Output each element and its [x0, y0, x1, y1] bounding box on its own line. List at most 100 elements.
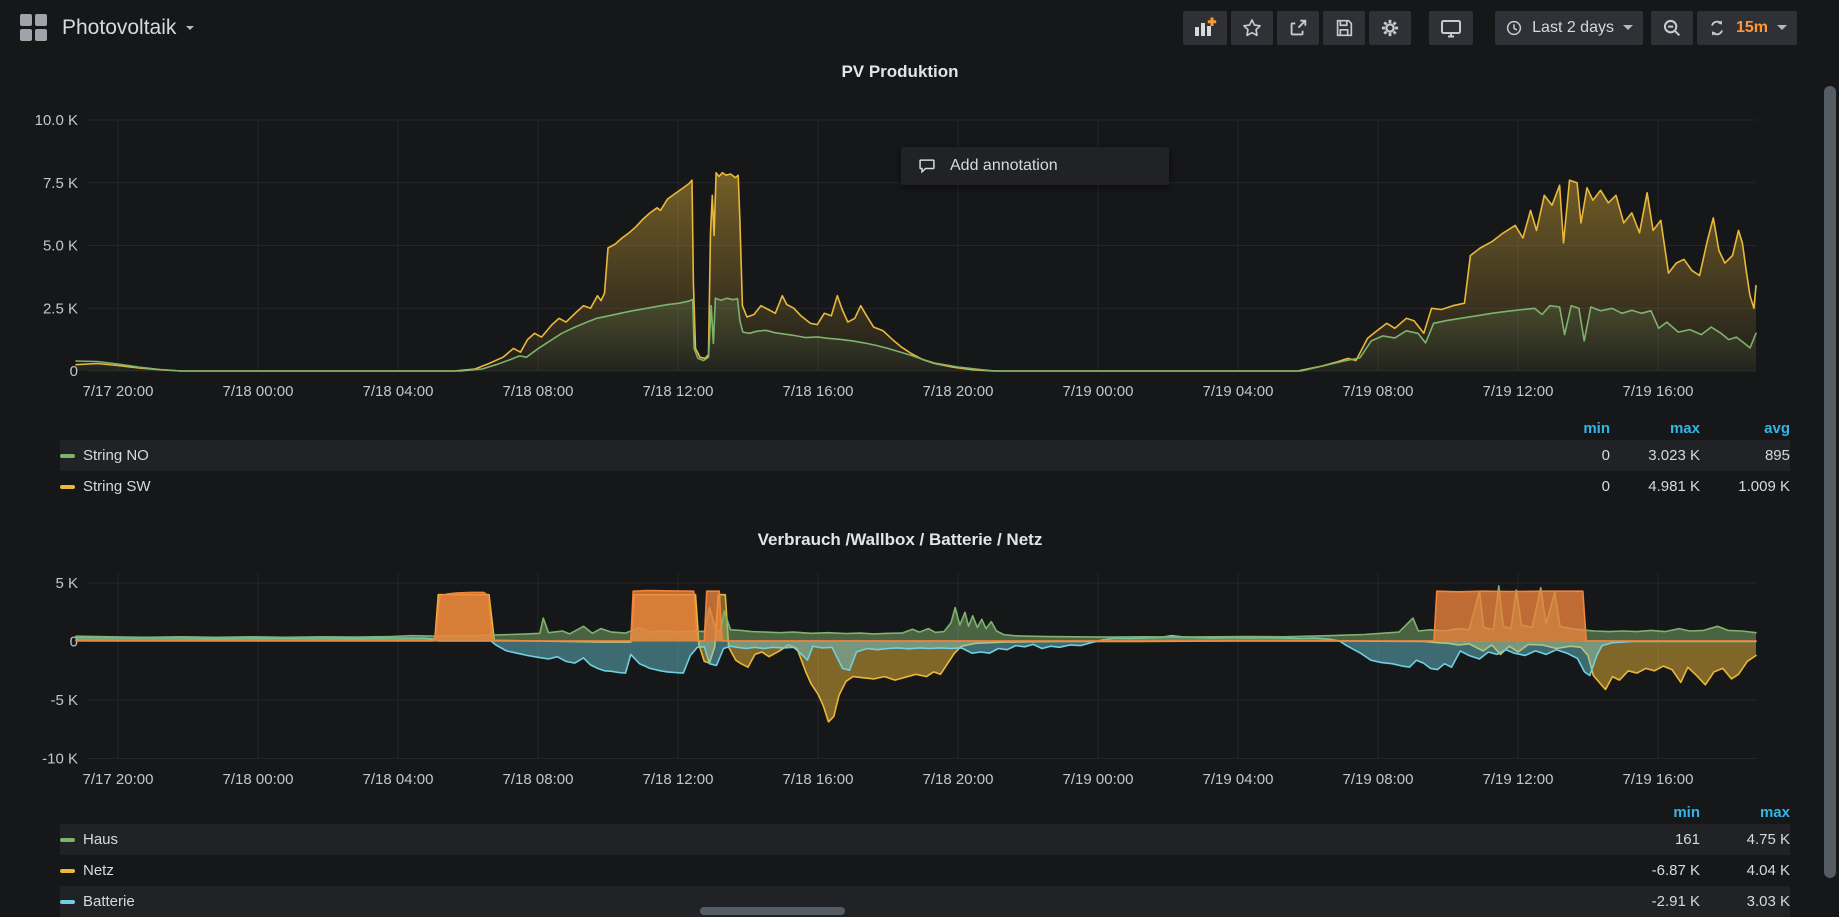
chevron-down-icon	[1777, 25, 1787, 30]
string-sw-min: 0	[1520, 478, 1610, 495]
vertical-scrollbar-thumb[interactable]	[1824, 86, 1836, 878]
netz-label[interactable]: Netz	[83, 862, 114, 879]
panel-title-verbrauch[interactable]: Verbrauch /Wallbox / Batterie / Netz	[0, 530, 1800, 550]
string-no-swatch[interactable]	[60, 454, 75, 458]
svg-text:7/18 20:00: 7/18 20:00	[923, 771, 994, 788]
comment-bubble-icon	[917, 156, 937, 176]
legend-column-min[interactable]: min	[1520, 420, 1610, 437]
legend-header-row: minmaxavg	[60, 416, 1790, 440]
svg-text:7/18 20:00: 7/18 20:00	[923, 383, 994, 400]
string-no-avg: 895	[1700, 447, 1790, 464]
batterie-label[interactable]: Batterie	[83, 893, 135, 910]
svg-text:7/19 00:00: 7/19 00:00	[1063, 383, 1134, 400]
clock-icon	[1505, 19, 1523, 37]
svg-text:7/17 20:00: 7/17 20:00	[83, 383, 154, 400]
add-panel-button[interactable]	[1183, 11, 1227, 45]
svg-text:7/19 08:00: 7/19 08:00	[1343, 383, 1414, 400]
string-sw-label[interactable]: String SW	[83, 478, 151, 495]
netz-min: -6.87 K	[1610, 862, 1700, 879]
time-range-button[interactable]: Last 2 days	[1495, 11, 1643, 45]
save-icon	[1333, 17, 1355, 39]
svg-text:7/17 20:00: 7/17 20:00	[83, 771, 154, 788]
svg-text:7/18 16:00: 7/18 16:00	[783, 771, 854, 788]
gear-icon	[1379, 17, 1401, 39]
svg-text:7/19 00:00: 7/19 00:00	[1063, 771, 1134, 788]
dashboard-grid-icon[interactable]	[20, 14, 47, 41]
svg-text:7/18 12:00: 7/18 12:00	[643, 771, 714, 788]
svg-text:-10 K: -10 K	[42, 751, 78, 768]
svg-text:5 K: 5 K	[55, 575, 78, 592]
svg-text:7/18 00:00: 7/18 00:00	[223, 771, 294, 788]
string-sw-swatch[interactable]	[60, 485, 75, 489]
legend-column-max[interactable]: max	[1610, 420, 1700, 437]
pv-produktion-legend: minmaxavg String NO 03.023 K895 String SW 04…	[60, 416, 1800, 502]
navbar: Photovoltaik	[0, 0, 1839, 55]
netz-swatch[interactable]	[60, 869, 75, 873]
add-annotation-menu-item[interactable]: Add annotation	[901, 147, 1169, 185]
svg-text:7/19 16:00: 7/19 16:00	[1623, 771, 1694, 788]
svg-text:2.5 K: 2.5 K	[43, 300, 78, 317]
string-no-label[interactable]: String NO	[83, 447, 149, 464]
legend-column-max[interactable]: max	[1700, 804, 1790, 821]
string-sw-max: 4.981 K	[1610, 478, 1700, 495]
svg-text:7/18 04:00: 7/18 04:00	[363, 383, 434, 400]
chevron-down-icon	[186, 26, 194, 30]
pv-produktion-chart[interactable]: 02.5 K5.0 K7.5 K10.0 K7/17 20:007/18 00:…	[0, 90, 1839, 410]
zoom-out-button[interactable]	[1651, 11, 1693, 45]
legend-column-min[interactable]: min	[1610, 804, 1700, 821]
legend-row-haus: Haus1614.75 K	[60, 824, 1790, 855]
time-range-label: Last 2 days	[1532, 19, 1614, 37]
haus-max: 4.75 K	[1700, 831, 1790, 848]
legend-row-netz: Netz -6.87 K4.04 K	[60, 855, 1790, 886]
save-button[interactable]	[1323, 11, 1365, 45]
legend-row-batterie: Batterie -2.91 K3.03 K	[60, 886, 1790, 917]
string-no-min: 0	[1520, 447, 1610, 464]
haus-swatch[interactable]	[60, 838, 75, 842]
legend-column-avg[interactable]: avg	[1700, 420, 1790, 437]
horizontal-scrollbar-thumb[interactable]	[700, 907, 845, 915]
refresh-button[interactable]: 15m	[1697, 11, 1797, 45]
svg-text:10.0 K: 10.0 K	[35, 112, 78, 129]
svg-text:-5 K: -5 K	[50, 692, 78, 709]
zoom-out-icon	[1661, 17, 1683, 39]
svg-text:5.0 K: 5.0 K	[43, 238, 78, 255]
verbrauch-chart[interactable]: 5 K0-5 K-10 K7/17 20:007/18 00:007/18 04…	[0, 550, 1839, 795]
string-sw-avg: 1.009 K	[1700, 478, 1790, 495]
svg-text:7/18 00:00: 7/18 00:00	[223, 383, 294, 400]
dashboard-title: Photovoltaik	[62, 16, 176, 40]
svg-text:7/18 16:00: 7/18 16:00	[783, 383, 854, 400]
svg-text:7/19 04:00: 7/19 04:00	[1203, 383, 1274, 400]
svg-text:7/19 04:00: 7/19 04:00	[1203, 771, 1274, 788]
panel-title-pv-produktion[interactable]: PV Produktion	[0, 62, 1800, 82]
add-panel-icon	[1193, 16, 1217, 40]
refresh-interval-label: 15m	[1736, 19, 1768, 37]
add-annotation-label: Add annotation	[950, 157, 1058, 175]
share-icon	[1287, 17, 1309, 39]
svg-text:7.5 K: 7.5 K	[43, 175, 78, 192]
cycle-view-button[interactable]	[1429, 11, 1473, 45]
batterie-max: 3.03 K	[1700, 893, 1790, 910]
star-button[interactable]	[1231, 11, 1273, 45]
svg-text:7/19 16:00: 7/19 16:00	[1623, 383, 1694, 400]
batterie-min: -2.91 K	[1610, 893, 1700, 910]
share-button[interactable]	[1277, 11, 1319, 45]
netz-max: 4.04 K	[1700, 862, 1790, 879]
settings-button[interactable]	[1369, 11, 1411, 45]
haus-label[interactable]: Haus	[83, 831, 118, 848]
legend-row-string-sw: String SW 04.981 K1.009 K	[60, 471, 1790, 502]
string-no-max: 3.023 K	[1610, 447, 1700, 464]
svg-text:7/18 04:00: 7/18 04:00	[363, 771, 434, 788]
svg-text:7/18 08:00: 7/18 08:00	[503, 771, 574, 788]
dashboard-title-dropdown[interactable]: Photovoltaik	[62, 16, 194, 40]
svg-text:7/18 12:00: 7/18 12:00	[643, 383, 714, 400]
verbrauch-legend: minmaxHaus1614.75 KNetz-6.87 K4.04 KBatt…	[60, 800, 1800, 917]
legend-header-row: minmax	[60, 800, 1790, 824]
refresh-icon	[1707, 18, 1727, 38]
svg-text:7/19 12:00: 7/19 12:00	[1483, 771, 1554, 788]
batterie-swatch[interactable]	[60, 900, 75, 904]
legend-row-string-no: String NO 03.023 K895	[60, 440, 1790, 471]
monitor-icon	[1439, 16, 1463, 40]
svg-text:7/19 12:00: 7/19 12:00	[1483, 383, 1554, 400]
svg-text:7/19 08:00: 7/19 08:00	[1343, 771, 1414, 788]
chevron-down-icon	[1623, 25, 1633, 30]
